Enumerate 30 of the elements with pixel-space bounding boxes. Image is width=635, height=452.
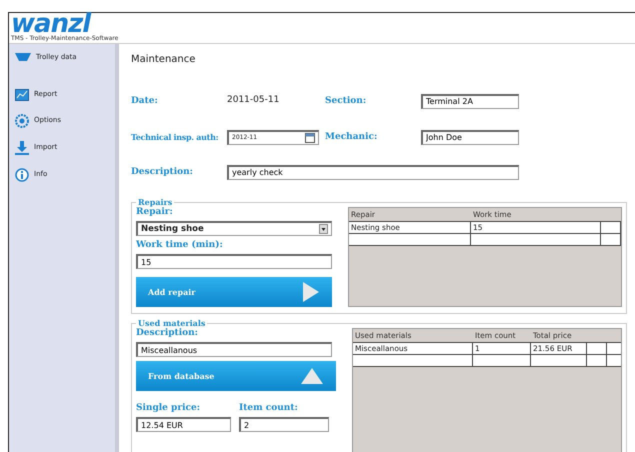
field-label: Single price: <box>136 403 202 413</box>
download-icon <box>15 140 29 154</box>
field-label: Technical insp. auth: <box>131 132 220 142</box>
field-label: Item count: <box>239 403 299 413</box>
repair-dropdown[interactable]: Nesting shoe <box>136 221 332 236</box>
triangle-up-icon <box>300 367 324 385</box>
field-label: Work time (min): <box>136 240 224 250</box>
work-time-field[interactable]: 15 <box>136 254 332 269</box>
field-label: Repair: <box>136 207 174 217</box>
material-description-field[interactable]: Misceallanous <box>136 342 332 357</box>
gear-icon <box>15 114 29 128</box>
field-label: Description: <box>136 328 199 338</box>
single-price-field[interactable]: 12.54 EUR <box>136 417 231 432</box>
chart-icon <box>15 88 29 100</box>
logo: wanzl <box>11 13 91 35</box>
field-label: Mechanic: <box>325 132 378 142</box>
item-count-field[interactable]: 2 <box>239 417 329 432</box>
description-field[interactable]: yearly check <box>227 164 519 180</box>
date-value: 2011-05-11 <box>227 94 280 108</box>
field-label: Description: <box>131 167 194 177</box>
field-label: Section: <box>325 96 368 106</box>
play-icon <box>302 281 320 303</box>
calendar-icon <box>305 132 315 142</box>
info-icon <box>15 168 29 182</box>
panel-title: Used materials <box>137 318 206 328</box>
panel-title: Repairs <box>137 197 174 207</box>
section-field[interactable]: Terminal 2A <box>421 94 519 108</box>
cart-icon <box>15 52 31 62</box>
field-label: Date: <box>131 96 159 106</box>
page-title: Maintenance <box>131 53 196 67</box>
